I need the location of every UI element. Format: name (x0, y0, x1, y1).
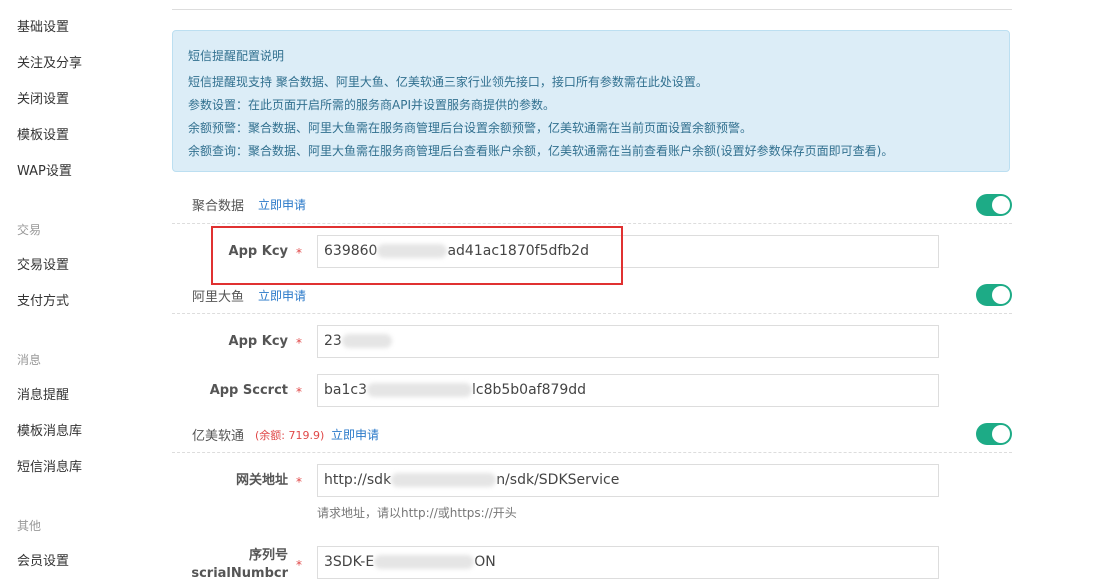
sidebar-item-template-settings[interactable]: 模板设置 (17, 127, 69, 145)
sidebar-item-template-message-library[interactable]: 模板消息库 (17, 423, 82, 441)
ali-secret-value-start: ba1c3 (324, 382, 367, 398)
ali-secret-input[interactable]: ba1c3 lc8b5b0af879dd (317, 374, 939, 407)
required-mark: * (296, 475, 302, 489)
yimei-serial-label-cn: 序列号 (248, 548, 288, 563)
yimei-toggle[interactable] (976, 423, 1012, 445)
info-title: 短信提醒配置说明 (188, 49, 285, 63)
yimei-serial-value-end: ON (474, 554, 496, 570)
top-divider (172, 9, 1012, 10)
sidebar-group-trade: 交易 (17, 223, 42, 237)
redacted-blur (391, 473, 497, 487)
required-mark: * (296, 385, 302, 399)
sidebar: 基础设置 关注及分享 关闭设置 模板设置 WAP设置 交易 交易设置 支付方式 … (0, 0, 160, 587)
info-line-3: 余额预警：聚合数据、阿里大鱼需在服务商管理后台设置余额预警，亿美软通需在当前页面… (188, 121, 753, 135)
yimei-apply-link[interactable]: 立即申请 (331, 426, 379, 443)
toggle-knob (992, 425, 1010, 443)
ali-name: 阿里大鱼 (192, 290, 245, 305)
yimei-balance: (余额: 719.9) (255, 429, 325, 442)
ali-appkey-input[interactable]: 23 (317, 325, 939, 358)
ali-secret-label: App Sccrct (209, 383, 288, 398)
section-divider (172, 223, 1012, 224)
sidebar-group-other: 其他 (17, 519, 42, 533)
juhe-apply-link[interactable]: 立即申请 (258, 196, 306, 213)
ali-secret-value-end: lc8b5b0af879dd (471, 382, 587, 398)
yimei-serial-input[interactable]: 3SDK-E ON (317, 546, 939, 579)
yimei-name: 亿美软通 (192, 429, 245, 444)
required-mark: * (296, 336, 302, 350)
sidebar-item-close-settings[interactable]: 关闭设置 (17, 91, 69, 109)
juhe-section-header: 聚合数据 立即申请 (172, 188, 1012, 222)
info-panel: 短信提醒配置说明 短信提醒现支持 聚合数据、阿里大鱼、亿美软通三家行业领先接口，… (172, 30, 1010, 172)
yimei-section-header: 亿美软通 (余额: 719.9) 立即申请 (172, 418, 1012, 452)
yimei-gateway-input[interactable]: http://sdk n/sdk/SDKService (317, 464, 939, 497)
highlight-box (211, 226, 623, 285)
ali-appkey-label: App Kcy (228, 334, 288, 349)
juhe-toggle[interactable] (976, 194, 1012, 216)
juhe-name: 聚合数据 (192, 199, 245, 214)
sidebar-group-message: 消息 (17, 353, 42, 367)
redacted-blur (341, 334, 392, 348)
info-line-2: 参数设置：在此页面开启所需的服务商API并设置服务商提供的参数。 (188, 98, 555, 112)
yimei-serial-label-en: scrialNumbcr (191, 566, 288, 581)
sidebar-item-wap-settings[interactable]: WAP设置 (17, 163, 72, 181)
sidebar-item-sms-library[interactable]: 短信消息库 (17, 459, 82, 477)
yimei-gateway-label: 网关地址 (235, 473, 288, 488)
required-mark: * (296, 558, 302, 572)
sidebar-item-message-reminder[interactable]: 消息提醒 (17, 387, 69, 405)
section-divider (172, 313, 1012, 314)
sidebar-item-trade-settings[interactable]: 交易设置 (17, 257, 69, 275)
yimei-gateway-value-start: http://sdk (324, 472, 392, 488)
sidebar-item-follow-share[interactable]: 关注及分享 (17, 55, 82, 73)
section-divider (172, 452, 1012, 453)
info-line-1: 短信提醒现支持 聚合数据、阿里大鱼、亿美软通三家行业领先接口，接口所有参数需在此… (188, 75, 708, 89)
toggle-knob (992, 196, 1010, 214)
sidebar-item-member-settings[interactable]: 会员设置 (17, 553, 69, 571)
redacted-blur (366, 383, 472, 397)
sidebar-item-payment-methods[interactable]: 支付方式 (17, 293, 69, 311)
yimei-serial-value-start: 3SDK-E (324, 554, 375, 570)
ali-apply-link[interactable]: 立即申请 (258, 287, 306, 304)
redacted-blur (374, 555, 475, 569)
ali-appkey-value-start: 23 (324, 333, 342, 349)
sidebar-item-basic-settings[interactable]: 基础设置 (17, 19, 69, 37)
toggle-knob (992, 286, 1010, 304)
ali-toggle[interactable] (976, 284, 1012, 306)
yimei-gateway-value-end: n/sdk/SDKService (496, 472, 620, 488)
info-line-4: 余额查询：聚合数据、阿里大鱼需在服务商管理后台查看账户余额，亿美软通需在当前查看… (188, 144, 894, 158)
yimei-gateway-hint: 请求地址，请以http://或https://开头 (317, 506, 517, 520)
